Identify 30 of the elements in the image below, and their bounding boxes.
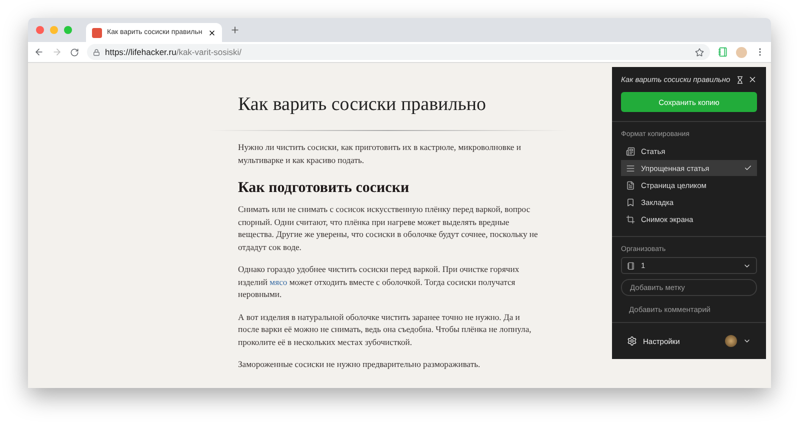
article-link[interactable]: мясо — [270, 276, 288, 286]
paragraph: Замороженные сосиски не нужно предварительно размораживать. — [238, 358, 482, 370]
notebook-icon — [627, 262, 635, 270]
close-icon[interactable] — [748, 75, 757, 84]
crop-icon — [626, 214, 635, 224]
paragraph: Однако гораздо удобнее чистить сосиски перед варкой. При очистке горячих изделий мясо может отходить вместе с оболочкой. Тогда сосиски получатся неровными. — [238, 263, 520, 300]
url-host: https://lifehacker.ru — [105, 47, 176, 57]
article-lead: Нужно ли чистить сосиски, как приготовить их в кастрюле, микроволновке и мультиварке и как красиво подать. — [238, 141, 522, 166]
favicon-icon — [92, 28, 102, 38]
url-path: /kak-varit-sosiski/ — [176, 47, 242, 57]
section-heading: Как подготовить сосиски — [238, 180, 410, 197]
settings-icon[interactable] — [627, 336, 637, 346]
hourglass-icon[interactable] — [736, 76, 744, 84]
close-tab-icon[interactable] — [208, 28, 216, 36]
reload-icon[interactable] — [70, 48, 79, 56]
article-title: Как варить сосиски правильно — [238, 94, 488, 116]
document-icon — [626, 180, 635, 190]
paragraph: Снимать или не снимать с сосисок искусственную плёнку перед варкой, вопрос спорный. Одни считают, что плёнка при нагреве может выделять вредные вещества. Другие же уверены, что сосиски в оболочке будут сочнее, поскольку не отдадут сок воде. — [238, 203, 538, 253]
paragraph: А вот изделия в натуральной оболочке чистить заранее точно не нужно. Да и после варки её можно не снимать, ведь она съедобна. Чтобы плёнка не лопнула, проколите её в нескольких местах зубочисткой. — [238, 310, 532, 348]
bookmark-icon — [626, 198, 635, 206]
address-bar[interactable]: https://lifehacker.ru/kak-varit-sosiski/ — [87, 44, 710, 60]
check-icon — [744, 164, 752, 172]
new-tab-icon[interactable] — [230, 25, 240, 35]
newspaper-icon — [626, 146, 635, 156]
lock-icon — [93, 48, 100, 56]
lines-icon — [626, 164, 635, 172]
star-icon[interactable] — [695, 48, 704, 56]
account-avatar[interactable] — [725, 335, 737, 347]
back-icon[interactable] — [34, 47, 44, 57]
chevron-down-icon[interactable] — [743, 337, 751, 345]
